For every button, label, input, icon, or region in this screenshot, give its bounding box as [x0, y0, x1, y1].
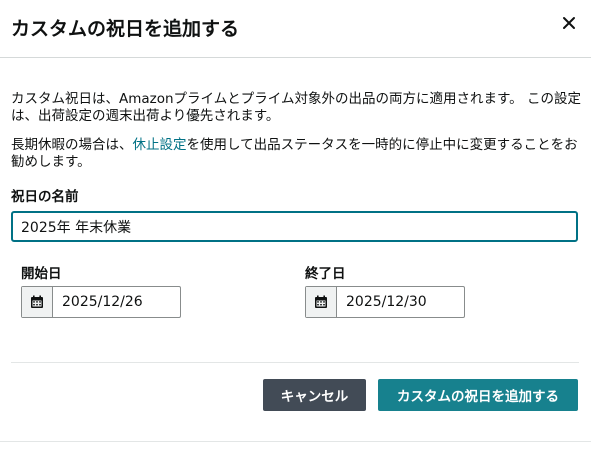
holiday-description: カスタム祝日は、Amazonプライムとプライム対象外の出品の両方に適用されます。… [11, 91, 581, 124]
end-date-value[interactable]: 2025/12/30 [337, 287, 464, 317]
start-date-picker[interactable]: 2025/12/26 [21, 286, 181, 318]
add-custom-holiday-dialog: カスタムの祝日を追加する カスタム祝日は、Amazonプライムとプライム対象外の… [0, 0, 591, 451]
bottom-divider [0, 441, 591, 442]
close-icon [563, 17, 575, 29]
calendar-icon [31, 295, 43, 308]
end-date-label: 終了日 [305, 266, 346, 282]
dialog-title: カスタムの祝日を追加する [11, 18, 240, 40]
vacation-settings-link[interactable]: 休止設定 [133, 137, 187, 153]
calendar-icon [315, 295, 327, 308]
close-button[interactable] [561, 15, 577, 31]
holiday-name-input[interactable] [11, 211, 578, 242]
add-custom-holiday-button[interactable]: カスタムの祝日を追加する [378, 379, 578, 411]
cancel-button[interactable]: キャンセル [263, 379, 366, 411]
footer-divider [11, 362, 579, 363]
start-date-label: 開始日 [21, 266, 62, 282]
holiday-name-label: 祝日の名前 [11, 189, 79, 205]
end-date-picker[interactable]: 2025/12/30 [305, 286, 465, 318]
start-date-value[interactable]: 2025/12/26 [53, 287, 180, 317]
start-date-calendar-button[interactable] [22, 287, 53, 317]
vacation-note: 長期休暇の場合は、休止設定を使用して出品ステータスを一時的に停止中に変更すること… [11, 137, 581, 171]
end-date-calendar-button[interactable] [306, 287, 337, 317]
vacation-note-prefix: 長期休暇の場合は、 [11, 137, 133, 153]
dialog-header: カスタムの祝日を追加する [0, 0, 591, 58]
